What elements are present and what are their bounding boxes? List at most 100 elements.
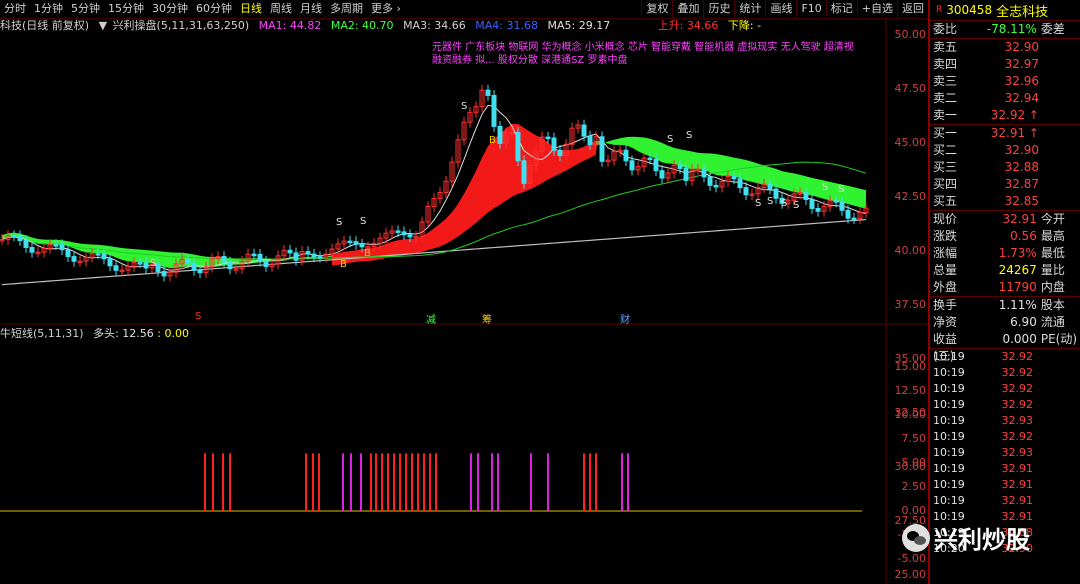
candle-body[interactable]: [803, 192, 809, 201]
candle-body[interactable]: [59, 244, 65, 251]
candle-body[interactable]: [71, 256, 77, 262]
candle-body[interactable]: [815, 207, 821, 212]
signal-bar: [589, 453, 591, 511]
trend-band-segment: [122, 248, 128, 262]
candle-body[interactable]: [23, 240, 29, 248]
candle-body[interactable]: [809, 199, 815, 209]
sub-tick: 12.50: [894, 384, 927, 397]
trend-band-segment: [644, 137, 650, 157]
candle-body[interactable]: [227, 261, 233, 270]
sub-indicator-name[interactable]: 牛短线(5,11,31): [0, 327, 84, 340]
price-tick: 47.50: [894, 82, 927, 95]
candle-body[interactable]: [101, 253, 107, 260]
stats-value: 6.90: [1010, 315, 1037, 329]
signal-bar: [387, 453, 389, 511]
candle-body[interactable]: [311, 253, 317, 258]
candle-body[interactable]: [623, 149, 629, 162]
candle-body[interactable]: [629, 160, 635, 171]
candle-body[interactable]: [155, 263, 161, 272]
trend-band-segment: [746, 160, 752, 182]
candle-body[interactable]: [839, 201, 845, 211]
bids-value: 32.85: [1004, 194, 1039, 208]
candle-body[interactable]: [737, 178, 743, 189]
trend-band-segment: [428, 228, 434, 251]
candle-body[interactable]: [599, 136, 605, 162]
signal-bar: [312, 453, 314, 511]
candle-body[interactable]: [401, 231, 407, 236]
weibi-row: 委比 -78.11% 委差: [930, 21, 1080, 38]
candle-body[interactable]: [251, 253, 257, 257]
candle-body[interactable]: [53, 244, 59, 247]
candle-body[interactable]: [11, 235, 17, 238]
candle-body[interactable]: [491, 94, 497, 127]
tick-time: 10:19: [933, 478, 965, 491]
weibi-label: 委比: [933, 22, 958, 36]
sell-marker: S: [781, 198, 788, 209]
candle-body[interactable]: [359, 243, 365, 248]
candle-body[interactable]: [395, 230, 401, 233]
quote-row: 外盘 11790 内盘: [930, 279, 1080, 296]
candle-body[interactable]: [221, 256, 227, 263]
candle-body[interactable]: [353, 241, 359, 245]
tick-time: 10:19: [933, 430, 965, 443]
candle-body[interactable]: [581, 124, 587, 137]
candle-body[interactable]: [257, 253, 263, 262]
signal-bar: [530, 453, 532, 511]
candle-body[interactable]: [743, 187, 749, 196]
candle-body[interactable]: [521, 160, 527, 184]
candle-body[interactable]: [587, 135, 593, 145]
candle-body[interactable]: [287, 249, 293, 254]
candle-body[interactable]: [773, 188, 779, 199]
candle-body[interactable]: [707, 176, 713, 186]
candle-body[interactable]: [557, 149, 563, 156]
candle-body[interactable]: [515, 131, 521, 162]
candle-body[interactable]: [677, 164, 683, 169]
candle-body[interactable]: [143, 262, 149, 269]
candle-body[interactable]: [701, 168, 707, 178]
r-badge: R: [936, 5, 943, 15]
candle-body[interactable]: [185, 258, 191, 264]
candle-body[interactable]: [845, 209, 851, 219]
candle-body[interactable]: [17, 235, 23, 242]
stock-code[interactable]: 300458: [946, 3, 992, 17]
candle-body[interactable]: [197, 269, 203, 274]
candle-body[interactable]: [851, 217, 857, 221]
candle-body[interactable]: [191, 262, 197, 271]
candle-body[interactable]: [65, 249, 71, 258]
candle-body[interactable]: [833, 200, 839, 203]
candle-body[interactable]: [161, 270, 167, 277]
candle-body[interactable]: [95, 253, 101, 256]
trend-band-segment: [638, 136, 644, 155]
sub-legend: 牛短线(5,11,31) 多头: 12.56 : 0.00: [0, 326, 189, 342]
candle-body[interactable]: [497, 125, 503, 144]
trend-band-segment: [752, 161, 758, 184]
trend-band-segment: [572, 149, 578, 168]
candle-body[interactable]: [485, 89, 491, 96]
candle-body[interactable]: [293, 252, 299, 261]
candle-body[interactable]: [407, 234, 413, 238]
candle-body[interactable]: [731, 175, 737, 180]
candle-body[interactable]: [653, 158, 659, 172]
trend-band-segment: [734, 157, 740, 179]
kline-chart[interactable]: [0, 0, 928, 584]
candle-body[interactable]: [545, 136, 551, 140]
candle-body[interactable]: [263, 260, 269, 268]
candle-body[interactable]: [713, 184, 719, 188]
candle-body[interactable]: [659, 170, 665, 179]
candle-body[interactable]: [137, 262, 143, 265]
bids-row: 买一 32.91 ↑: [930, 125, 1080, 142]
tick-row: 10:19 32.92: [930, 397, 1080, 413]
candle-body[interactable]: [647, 157, 653, 161]
candle-body[interactable]: [29, 246, 35, 253]
candle-body[interactable]: [347, 240, 353, 244]
candle-body[interactable]: [113, 265, 119, 271]
candle-body[interactable]: [107, 258, 113, 267]
candle-body[interactable]: [317, 256, 323, 259]
stock-name[interactable]: 全志科技: [996, 1, 1048, 20]
candle-body[interactable]: [683, 167, 689, 181]
sell-marker: S: [793, 200, 800, 211]
candle-body[interactable]: [767, 183, 773, 190]
stats-value: 0.000: [1002, 332, 1037, 346]
candle-body[interactable]: [305, 251, 311, 255]
candle-body[interactable]: [551, 137, 557, 151]
